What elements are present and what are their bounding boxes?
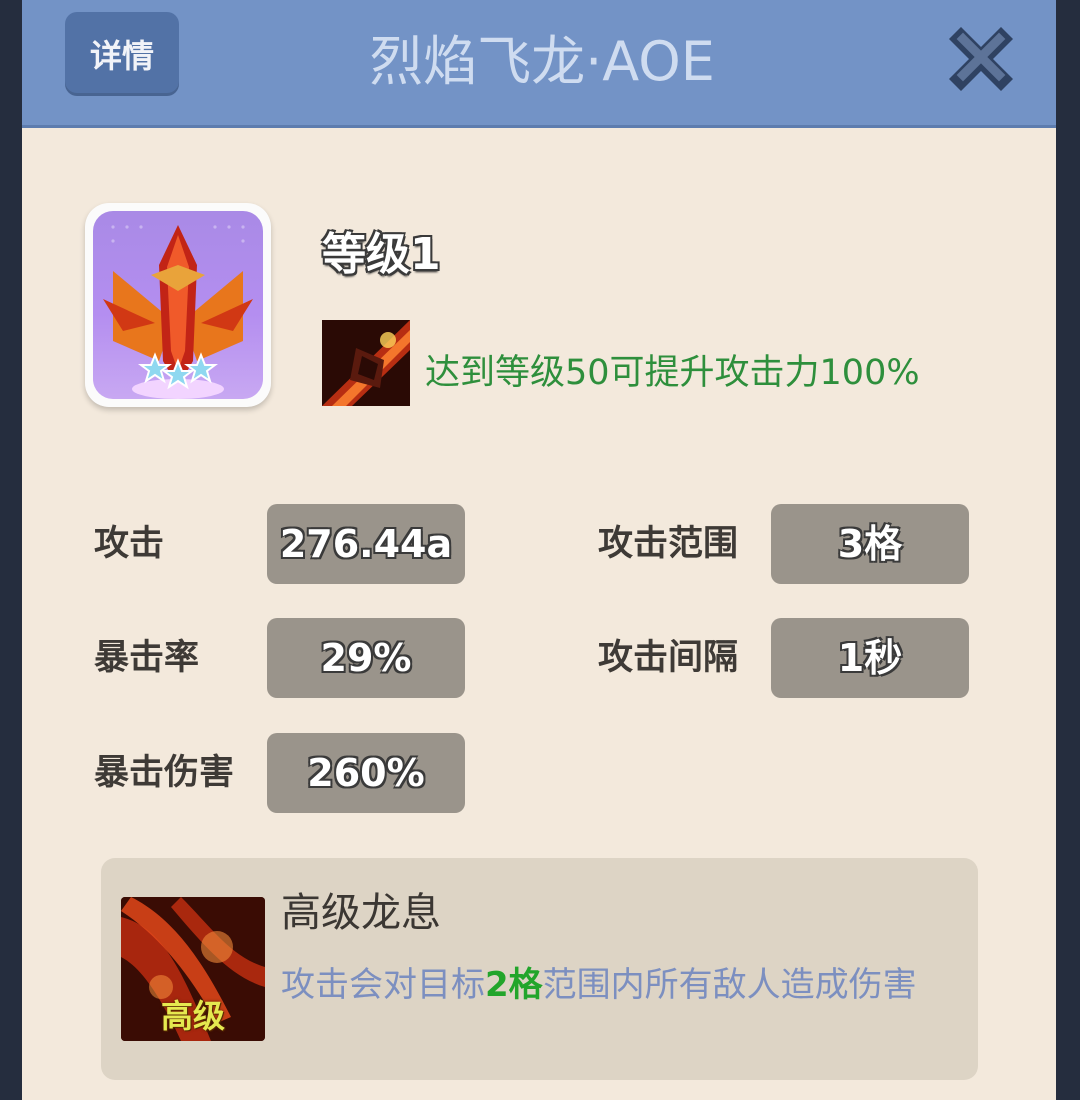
close-button[interactable] xyxy=(946,24,1016,94)
stat-value-attack-interval: 1秒 xyxy=(771,618,969,698)
bonus-icon-frame xyxy=(322,320,410,406)
skill-card: 高级 高级龙息 攻击会对目标2格范围内所有敌人造成伤害 xyxy=(101,858,978,1080)
background-right xyxy=(1055,0,1080,1100)
detail-button[interactable]: 详情 xyxy=(65,12,179,96)
stat-label-attack-range: 攻击范围 xyxy=(598,524,739,564)
skill-desc-prefix: 攻击会对目标 xyxy=(281,965,485,1005)
tower-level: 等级1 xyxy=(322,229,441,280)
stat-label-attack: 攻击 xyxy=(94,524,165,564)
stat-value-crit-damage: 260% xyxy=(267,733,465,813)
background-left xyxy=(0,0,23,1100)
stat-label-crit-rate: 暴击率 xyxy=(94,638,200,678)
skill-desc-highlight: 2格 xyxy=(485,965,543,1005)
fire-claw-icon xyxy=(322,320,410,406)
stat-value-crit-rate: 29% xyxy=(267,618,465,698)
stat-value-attack: 276.44a xyxy=(267,504,465,584)
skill-description: 攻击会对目标2格范围内所有敌人造成伤害 xyxy=(281,960,917,1010)
panel-title: 烈焰飞龙·AOE xyxy=(369,30,715,93)
level-bonus-text: 达到等级50可提升攻击力100% xyxy=(425,353,920,393)
stat-value-attack-range: 3格 xyxy=(771,504,969,584)
panel-header: 详情 烈焰飞龙·AOE xyxy=(22,0,1056,128)
fire-dragon-tower-icon xyxy=(103,225,253,399)
close-x-icon xyxy=(949,27,1013,91)
stat-label-attack-interval: 攻击间隔 xyxy=(598,638,739,678)
skill-desc-suffix: 范围内所有敌人造成伤害 xyxy=(542,965,917,1005)
stat-label-crit-damage: 暴击伤害 xyxy=(94,753,235,793)
tower-portrait xyxy=(85,203,271,407)
skill-icon-frame: 高级 xyxy=(121,897,265,1041)
tower-info-panel: 详情 烈焰飞龙·AOE 等级1 达到等级50可提升攻击力100% 攻击 276.… xyxy=(22,0,1056,1100)
skill-tier-tag: 高级 xyxy=(160,997,225,1035)
skill-name: 高级龙息 xyxy=(281,890,441,936)
